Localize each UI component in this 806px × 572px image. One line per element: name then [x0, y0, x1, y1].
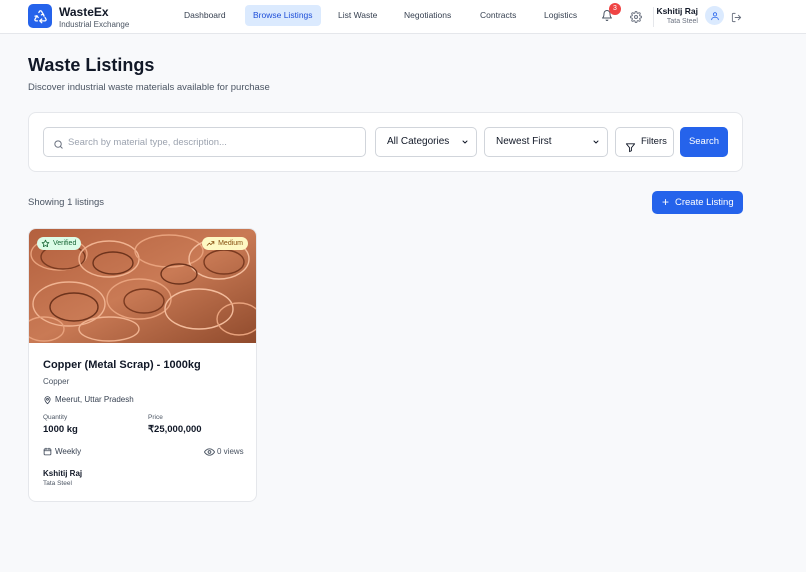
listing-views: 0 views [217, 447, 244, 456]
grade-label: Medium [218, 240, 243, 247]
filter-icon [625, 137, 636, 153]
chevron-down-icon [462, 140, 468, 144]
recycle-icon[interactable] [28, 4, 52, 28]
verified-label: Verified [53, 240, 77, 247]
price-value: ₹25,000,000 [148, 424, 202, 435]
page-title: Waste Listings [28, 55, 155, 75]
gear-icon[interactable] [630, 10, 643, 23]
sort-select[interactable]: Newest First [484, 127, 608, 157]
nav-browse-listings[interactable]: Browse Listings [245, 5, 321, 26]
nav-dashboard[interactable]: Dashboard [176, 5, 234, 26]
category-select[interactable]: All Categories [375, 127, 477, 157]
avatar[interactable] [705, 6, 724, 25]
search-field[interactable] [43, 127, 366, 157]
user-company: Tata Steel [666, 18, 698, 25]
header-divider [653, 7, 654, 27]
brand-name[interactable]: WasteEx [59, 5, 109, 19]
nav-list-waste[interactable]: List Waste [330, 5, 385, 26]
quantity-label: Quantity [43, 414, 68, 421]
create-listing-label: Create Listing [675, 197, 734, 208]
brand-subtitle: Industrial Exchange [59, 20, 130, 29]
seller-name: Kshitij Raj [43, 469, 83, 478]
star-icon [41, 239, 50, 247]
search-input[interactable] [68, 128, 358, 156]
chevron-down-icon [593, 140, 599, 144]
plus-icon: + [662, 195, 670, 209]
sort-select-value: Newest First [496, 136, 552, 147]
listing-material: Copper [43, 377, 70, 386]
verified-badge: Verified [37, 237, 82, 250]
price-label: Price [148, 414, 163, 421]
page-subtitle: Discover industrial waste materials avai… [28, 82, 270, 93]
nav-contracts[interactable]: Contracts [472, 5, 524, 26]
listing-title[interactable]: Copper (Metal Scrap) - 1000kg [43, 359, 201, 371]
filters-label: Filters [641, 136, 667, 147]
listing-frequency: Weekly [55, 447, 82, 456]
category-select-value: All Categories [387, 136, 450, 147]
quantity-value: 1000 kg [43, 424, 78, 435]
seller-company: Tata Steel [43, 480, 72, 487]
search-icon [53, 137, 64, 149]
map-pin-icon [44, 396, 51, 405]
nav-negotiations[interactable]: Negotiations [396, 5, 459, 26]
notification-badge: 3 [609, 3, 621, 15]
trending-up-icon [206, 241, 215, 246]
listing-location: Meerut, Uttar Pradesh [55, 395, 134, 404]
create-listing-button[interactable]: + Create Listing [652, 191, 743, 214]
grade-badge: Medium [202, 237, 248, 250]
listing-card[interactable]: Verified Medium Copper (Metal Scrap) - 1… [28, 228, 257, 502]
nav-logistics[interactable]: Logistics [536, 5, 585, 26]
logout-icon[interactable] [731, 10, 742, 23]
calendar-icon [43, 447, 52, 456]
search-button[interactable]: Search [680, 127, 728, 157]
filters-button[interactable]: Filters [615, 127, 674, 157]
user-name: Kshitij Raj [656, 6, 698, 16]
eye-icon [204, 448, 215, 456]
results-count: Showing 1 listings [28, 197, 105, 208]
user-icon [710, 11, 719, 20]
top-header: WasteEx Industrial Exchange Dashboard Br… [0, 0, 806, 34]
